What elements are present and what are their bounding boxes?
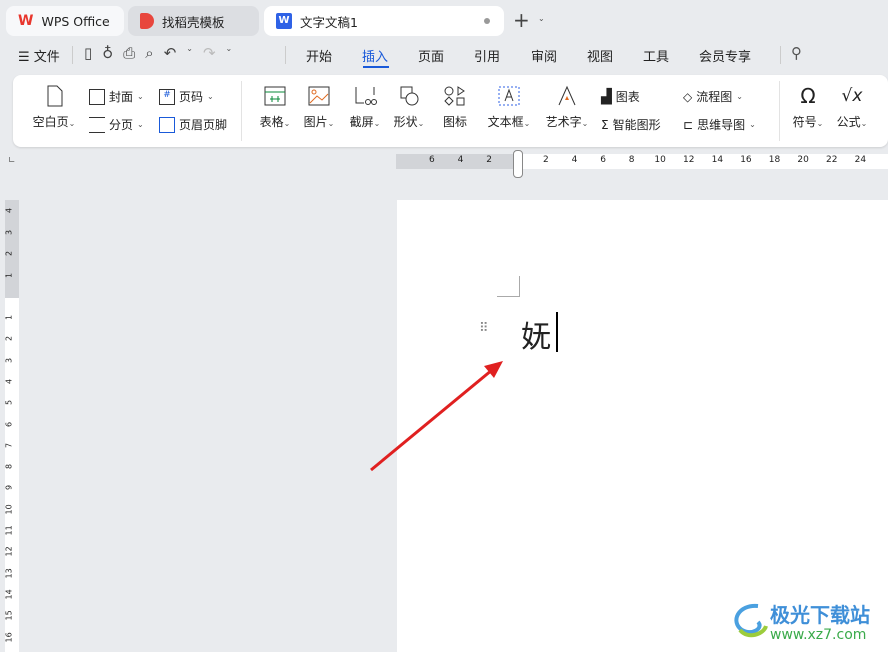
watermark-url: www.xz7.com xyxy=(770,627,867,643)
watermark-logo xyxy=(728,600,768,640)
watermark-name: 极光下载站 xyxy=(770,603,870,627)
red-arrow xyxy=(370,361,503,472)
